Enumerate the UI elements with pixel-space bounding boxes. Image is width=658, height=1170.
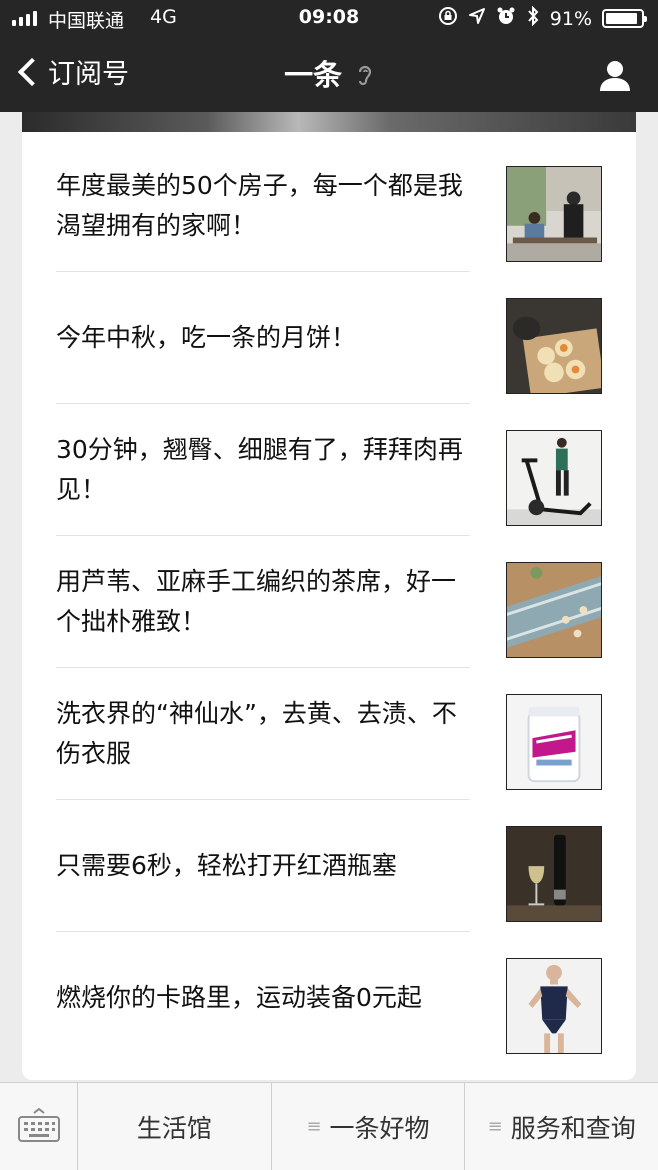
battery-icon xyxy=(602,9,647,28)
submenu-icon: ≡ xyxy=(487,1116,503,1137)
menu-label: 生活馆 xyxy=(136,1113,212,1143)
ear-icon[interactable] xyxy=(348,63,374,91)
keyboard-toggle-button[interactable] xyxy=(0,1083,78,1170)
article-item[interactable]: 燃烧你的卡路里，运动装备0元起 xyxy=(56,932,616,1064)
article-thumbnail xyxy=(506,826,602,922)
article-item[interactable]: 只需要6秒，轻松打开红酒瓶塞 xyxy=(56,800,616,932)
menu-good-stuff[interactable]: ≡ 一条好物 xyxy=(272,1083,466,1170)
menu-label: 服务和查询 xyxy=(510,1113,636,1143)
nav-bar: 订阅号 一条 xyxy=(0,36,658,112)
article-title: 只需要6秒，轻松打开红酒瓶塞 xyxy=(56,851,397,880)
article-item[interactable]: 年度最美的50个房子，每一个都是我渴望拥有的家啊！ xyxy=(56,140,616,272)
article-title: 燃烧你的卡路里，运动装备0元起 xyxy=(56,983,422,1012)
article-thumbnail xyxy=(506,694,602,790)
top-bar: 中国联通 4G 09:08 91% 订阅号 一条 xyxy=(0,0,658,112)
article-card: 年度最美的50个房子，每一个都是我渴望拥有的家啊！ 今年中秋，吃一条的月饼！ 3… xyxy=(22,112,636,1080)
article-title: 用芦苇、亚麻手工编织的茶席，好一个拙朴雅致！ xyxy=(56,567,457,636)
article-item[interactable]: 30分钟，翘臀、细腿有了，拜拜肉再见！ xyxy=(56,404,616,536)
article-title: 今年中秋，吃一条的月饼！ xyxy=(56,323,357,352)
keyboard-icon xyxy=(17,1107,61,1147)
page-title: 一条 xyxy=(0,52,658,94)
article-thumbnail xyxy=(506,430,602,526)
battery-level-fill xyxy=(606,13,637,24)
cover-image-strip[interactable] xyxy=(22,112,636,132)
article-title: 30分钟，翘臀、细腿有了，拜拜肉再见！ xyxy=(56,435,463,504)
article-item[interactable]: 洗衣界的“神仙水”，去黄、去渍、不伤衣服 xyxy=(56,668,616,800)
menu-service-query[interactable]: ≡ 服务和查询 xyxy=(465,1083,658,1170)
article-title: 洗衣界的“神仙水”，去黄、去渍、不伤衣服 xyxy=(56,699,457,768)
location-icon xyxy=(468,7,486,30)
article-thumbnail xyxy=(506,166,602,262)
bottom-menu-bar: 生活馆 ≡ 一条好物 ≡ 服务和查询 xyxy=(0,1082,658,1170)
article-thumbnail xyxy=(506,958,602,1054)
alarm-icon xyxy=(496,6,516,31)
bluetooth-icon xyxy=(526,5,540,31)
battery-percent: 91% xyxy=(549,7,592,30)
article-item[interactable]: 今年中秋，吃一条的月饼！ xyxy=(56,272,616,404)
status-bar: 中国联通 4G 09:08 91% xyxy=(0,0,658,36)
profile-icon[interactable] xyxy=(598,58,632,92)
article-title: 年度最美的50个房子，每一个都是我渴望拥有的家啊！ xyxy=(56,171,463,240)
menu-label: 一条好物 xyxy=(329,1113,430,1143)
menu-life-hall[interactable]: 生活馆 xyxy=(78,1083,272,1170)
submenu-icon: ≡ xyxy=(306,1116,322,1137)
article-thumbnail xyxy=(506,298,602,394)
account-name: 一条 xyxy=(284,58,343,92)
article-thumbnail xyxy=(506,562,602,658)
rotation-lock-icon xyxy=(438,6,458,31)
article-item[interactable]: 用芦苇、亚麻手工编织的茶席，好一个拙朴雅致！ xyxy=(56,536,616,668)
